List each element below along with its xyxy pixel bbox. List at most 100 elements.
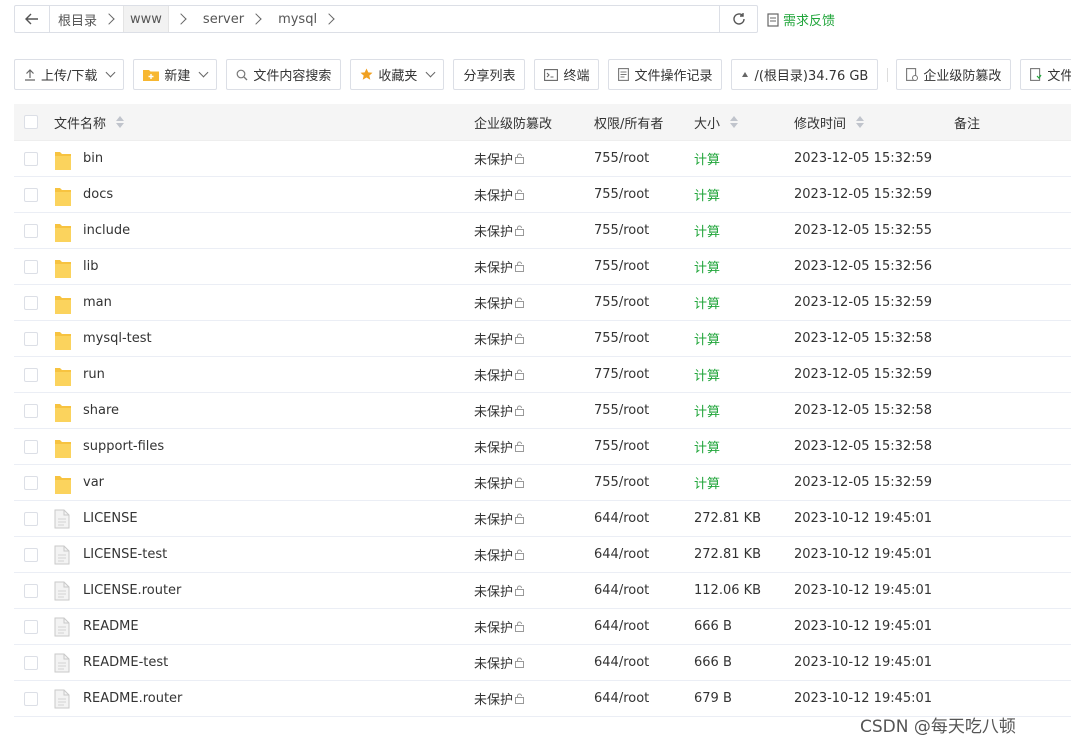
perm-cell[interactable]: 644/root	[594, 547, 694, 562]
breadcrumb-item[interactable]: server	[195, 6, 244, 32]
file-name-cell[interactable]: support-files	[54, 437, 474, 458]
row-checkbox[interactable]	[24, 403, 38, 418]
file-name-cell[interactable]: README.router	[54, 689, 474, 709]
tamper-protection-button[interactable]: 企业级防篡改	[896, 59, 1012, 90]
perm-cell[interactable]: 755/root	[594, 295, 694, 310]
protect-cell[interactable]: 未保护	[474, 365, 594, 384]
row-checkbox[interactable]	[24, 331, 38, 346]
file-name-cell[interactable]: var	[54, 473, 474, 494]
calculate-size-link[interactable]: 计算	[694, 473, 720, 492]
file-name-cell[interactable]: run	[54, 365, 474, 386]
file-name[interactable]: include	[83, 223, 130, 238]
row-checkbox[interactable]	[24, 619, 38, 634]
size-cell[interactable]: 计算	[694, 437, 794, 456]
file-name[interactable]: mysql-test	[83, 331, 152, 346]
row-checkbox[interactable]	[24, 439, 38, 454]
size-cell[interactable]: 计算	[694, 401, 794, 420]
select-all-checkbox[interactable]	[24, 115, 38, 129]
protect-cell[interactable]: 未保护	[474, 545, 594, 564]
row-checkbox[interactable]	[24, 295, 38, 310]
file-name-cell[interactable]: README-test	[54, 653, 474, 673]
calculate-size-link[interactable]: 计算	[694, 365, 720, 384]
calculate-size-link[interactable]: 计算	[694, 257, 720, 276]
perm-cell[interactable]: 644/root	[594, 691, 694, 706]
table-row[interactable]: man 未保护 755/root 计算 2023-12-05 15:32:59	[14, 285, 1071, 321]
table-row[interactable]: docs 未保护 755/root 计算 2023-12-05 15:32:59	[14, 177, 1071, 213]
column-mtime[interactable]: 修改时间	[794, 113, 954, 132]
row-checkbox[interactable]	[24, 151, 38, 166]
file-name[interactable]: LICENSE.router	[83, 583, 181, 598]
file-name[interactable]: README	[83, 619, 139, 634]
protect-cell[interactable]: 未保护	[474, 149, 594, 168]
calculate-size-link[interactable]: 计算	[694, 149, 720, 168]
perm-cell[interactable]: 755/root	[594, 331, 694, 346]
size-cell[interactable]: 计算	[694, 329, 794, 348]
protect-cell[interactable]: 未保护	[474, 653, 594, 672]
file-name-cell[interactable]: share	[54, 401, 474, 422]
share-list-button[interactable]: 分享列表	[453, 59, 526, 90]
file-name-cell[interactable]: LICENSE	[54, 509, 474, 529]
file-name[interactable]: share	[83, 403, 119, 418]
back-button[interactable]	[14, 5, 50, 33]
table-row[interactable]: lib 未保护 755/root 计算 2023-12-05 15:32:56	[14, 249, 1071, 285]
file-name[interactable]: lib	[83, 259, 98, 274]
size-cell[interactable]: 计算	[694, 185, 794, 204]
calculate-size-link[interactable]: 计算	[694, 329, 720, 348]
file-name-cell[interactable]: mysql-test	[54, 329, 474, 350]
file-name-cell[interactable]: LICENSE-test	[54, 545, 474, 565]
table-row[interactable]: LICENSE-test 未保护 644/root 272.81 KB 2023-10-…	[14, 537, 1071, 573]
row-checkbox[interactable]	[24, 223, 38, 238]
perm-cell[interactable]: 775/root	[594, 367, 694, 382]
file-name[interactable]: LICENSE-test	[83, 547, 167, 562]
protect-cell[interactable]: 未保护	[474, 257, 594, 276]
file-name[interactable]: README.router	[83, 691, 182, 706]
terminal-button[interactable]: 终端	[534, 59, 600, 90]
size-cell[interactable]: 计算	[694, 293, 794, 312]
file-name-cell[interactable]: bin	[54, 149, 474, 170]
content-search-button[interactable]: 文件内容搜索	[226, 59, 342, 90]
protect-cell[interactable]: 未保护	[474, 293, 594, 312]
size-cell[interactable]: 计算	[694, 365, 794, 384]
upload-download-button[interactable]: 上传/下载	[14, 59, 125, 90]
size-cell[interactable]: 计算	[694, 149, 794, 168]
row-checkbox[interactable]	[24, 187, 38, 202]
table-row[interactable]: var 未保护 755/root 计算 2023-12-05 15:32:59	[14, 465, 1071, 501]
perm-cell[interactable]: 644/root	[594, 583, 694, 598]
file-name-cell[interactable]: docs	[54, 185, 474, 206]
perm-cell[interactable]: 755/root	[594, 151, 694, 166]
file-name-cell[interactable]: lib	[54, 257, 474, 278]
calculate-size-link[interactable]: 计算	[694, 221, 720, 240]
column-size[interactable]: 大小	[694, 113, 794, 132]
table-row[interactable]: support-files 未保护 755/root 计算 2023-12-05 15:…	[14, 429, 1071, 465]
feedback-link[interactable]: 需求反馈	[767, 10, 835, 29]
file-name[interactable]: run	[83, 367, 105, 382]
calculate-size-link[interactable]: 计算	[694, 401, 720, 420]
table-row[interactable]: LICENSE.router 未保护 644/root 112.06 KB 2023-1…	[14, 573, 1071, 609]
operation-log-button[interactable]: 文件操作记录	[608, 59, 723, 90]
perm-cell[interactable]: 644/root	[594, 511, 694, 526]
refresh-button[interactable]	[720, 5, 758, 33]
favorites-button[interactable]: 收藏夹	[350, 59, 445, 90]
size-cell[interactable]: 计算	[694, 257, 794, 276]
protect-cell[interactable]: 未保护	[474, 509, 594, 528]
table-row[interactable]: README-test 未保护 644/root 666 B 2023-10-12 19…	[14, 645, 1071, 681]
protect-cell[interactable]: 未保护	[474, 185, 594, 204]
row-checkbox[interactable]	[24, 655, 38, 670]
table-row[interactable]: LICENSE 未保护 644/root 272.81 KB 2023-10-12 19…	[14, 501, 1071, 537]
calculate-size-link[interactable]: 计算	[694, 293, 720, 312]
perm-cell[interactable]: 755/root	[594, 475, 694, 490]
perm-cell[interactable]: 755/root	[594, 439, 694, 454]
row-checkbox[interactable]	[24, 367, 38, 382]
row-checkbox[interactable]	[24, 583, 38, 598]
protect-cell[interactable]: 未保护	[474, 689, 594, 708]
breadcrumb-item[interactable]: www	[123, 6, 169, 32]
file-sync-button[interactable]: 文件同步	[1020, 59, 1071, 90]
protect-cell[interactable]: 未保护	[474, 221, 594, 240]
file-name-cell[interactable]: man	[54, 293, 474, 314]
row-checkbox[interactable]	[24, 511, 38, 526]
breadcrumb-item[interactable]: 根目录	[50, 6, 97, 32]
file-name[interactable]: LICENSE	[83, 511, 138, 526]
protect-cell[interactable]: 未保护	[474, 401, 594, 420]
table-row[interactable]: include 未保护 755/root 计算 2023-12-05 15:32:55	[14, 213, 1071, 249]
file-name[interactable]: var	[83, 475, 104, 490]
